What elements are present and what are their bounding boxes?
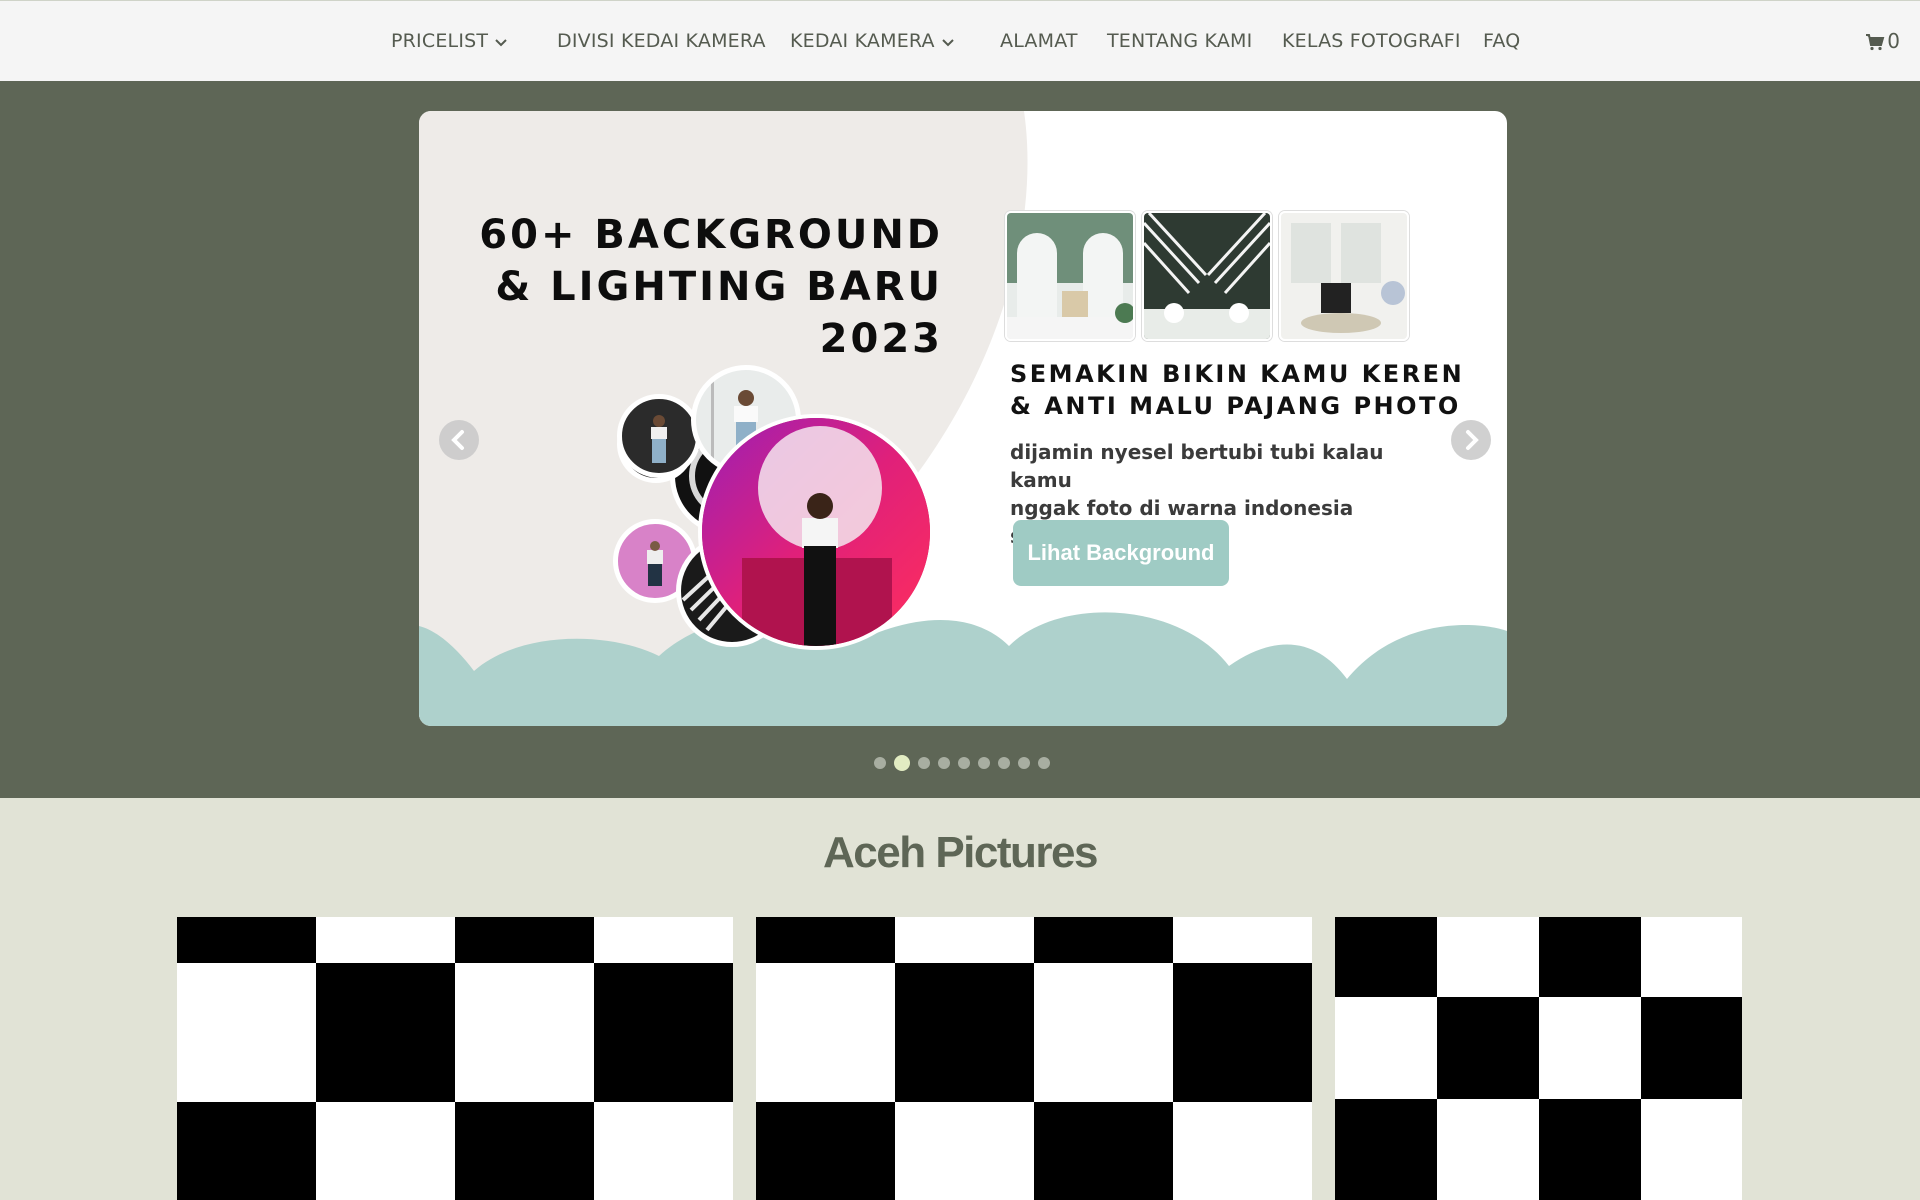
carousel-dot[interactable] <box>938 757 950 769</box>
nav-item-pricelist[interactable]: PRICELIST <box>391 28 508 54</box>
background-thumbnail <box>1005 211 1135 341</box>
carousel-dot[interactable] <box>874 757 886 769</box>
nav-item-kelas-fotografi[interactable]: KELAS FOTOGRAFI <box>1282 28 1461 54</box>
gallery-image[interactable] <box>177 917 733 1200</box>
background-thumbnail <box>1279 211 1409 341</box>
nav-item-label: DIVISI KEDAI KAMERA <box>557 30 766 52</box>
nav-item-faq[interactable]: FAQ <box>1483 28 1520 54</box>
carousel-dot-active[interactable] <box>894 755 910 771</box>
nav-item-label: TENTANG KAMI <box>1107 30 1253 52</box>
gallery-title: Aceh Pictures <box>823 828 1098 877</box>
carousel-dot[interactable] <box>978 757 990 769</box>
carousel-prev-button[interactable] <box>439 420 479 460</box>
nav-item-label: KELAS FOTOGRAFI <box>1282 30 1461 52</box>
gallery-image[interactable] <box>1335 917 1742 1200</box>
shopping-cart-icon <box>1865 29 1887 53</box>
hero-slide-banner[interactable]: 60+ BACKGROUND & LIGHTING BARU 2023 SEMA… <box>419 111 1507 726</box>
carousel-dot[interactable] <box>998 757 1010 769</box>
chevron-down-icon <box>941 29 955 55</box>
nav-item-alamat[interactable]: ALAMAT <box>1000 28 1078 54</box>
carousel-dot[interactable] <box>958 757 970 769</box>
nav-item-label: PRICELIST <box>391 30 489 52</box>
chevron-left-icon <box>451 430 464 450</box>
nav-item-tentang-kami[interactable]: TENTANG KAMI <box>1107 28 1252 54</box>
cart-count: 0 <box>1887 29 1900 53</box>
nav-item-label: KEDAI KAMERA <box>790 30 935 52</box>
banner-subheadline: SEMAKIN BIKIN KAMU KEREN & ANTI MALU PAJ… <box>1010 360 1465 420</box>
gallery-image[interactable] <box>756 917 1312 1200</box>
lihat-background-button[interactable]: Lihat Background <box>1013 520 1229 586</box>
carousel-dot[interactable] <box>1038 757 1050 769</box>
chevron-down-icon <box>494 29 508 55</box>
top-navbar: PRICELIST DIVISI KEDAI KAMERA KEDAI KAME… <box>0 0 1920 81</box>
nav-item-label: FAQ <box>1483 30 1521 52</box>
photo-collage-circle <box>617 394 701 478</box>
nav-item-kedai-kamera[interactable]: KEDAI KAMERA <box>790 28 955 54</box>
carousel-dot[interactable] <box>918 757 930 769</box>
banner-headline: 60+ BACKGROUND & LIGHTING BARU 2023 <box>479 212 943 362</box>
chevron-right-icon <box>1466 430 1479 450</box>
nav-item-label: ALAMAT <box>1000 30 1078 52</box>
nav-item-divisi-kedai-kamera[interactable]: DIVISI KEDAI KAMERA <box>557 28 766 54</box>
photo-collage-circle-main <box>698 414 934 650</box>
carousel-next-button[interactable] <box>1451 420 1491 460</box>
background-thumbnail <box>1142 211 1272 341</box>
carousel-dot[interactable] <box>1018 757 1030 769</box>
cart-button[interactable]: 0 <box>1865 28 1900 54</box>
